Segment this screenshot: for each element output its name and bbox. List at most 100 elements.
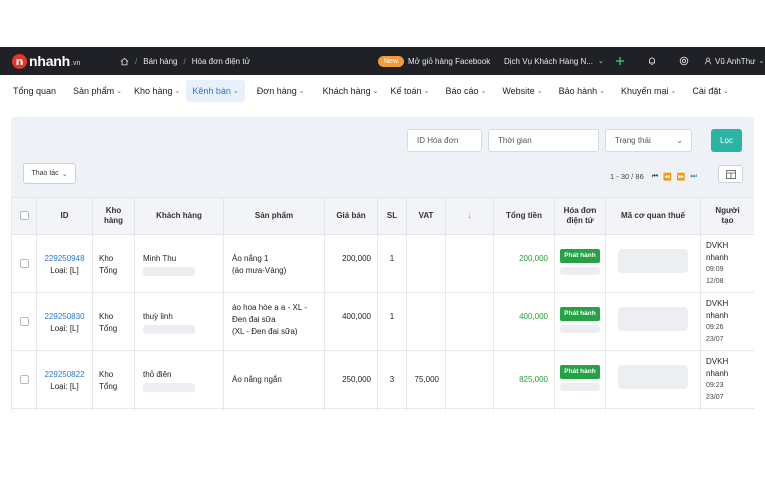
menu-item-sales-channels[interactable]: Kênh bán ⌄ (186, 80, 245, 102)
created-time: 09:09 (706, 266, 724, 274)
table-row[interactable]: 229250822 Loại: [L] Kho Tổng thỏ điên Áo n… (11, 350, 754, 409)
menu-item-promotions[interactable]: Khuyến mại ⌄ (615, 80, 682, 102)
customer-name[interactable]: Minh Thu (143, 254, 176, 263)
col-header-customer: Khách hàng (134, 197, 224, 235)
created-time: 09:26 (706, 324, 724, 332)
vat-cell (406, 234, 446, 293)
invoice-id-link[interactable]: 229250822 (44, 370, 84, 379)
einvoice-panel: ID Hóa đơn Thời gian Trạng thái ⌄ Lọc Tha… (11, 117, 754, 411)
creator-line: DVKH (706, 357, 729, 366)
menu-item-warranty[interactable]: Bảo hành ⌄ (553, 80, 611, 102)
total-cell: 400,000 (493, 292, 555, 351)
table-row[interactable]: 229250830 Loại: [L] Kho Tổng thuỳ linh áo … (11, 292, 754, 351)
facebook-cart-link[interactable]: Mở giỏ hàng Facebook (408, 57, 490, 66)
col-header-einvoice: Hóa đơn điện tử (554, 197, 606, 235)
select-all-checkbox[interactable] (19, 210, 29, 220)
id-cell: 229250830 Loại: [L] (36, 292, 93, 351)
chevron-down-icon: ⌄ (116, 88, 122, 95)
select-all-cell (11, 197, 37, 235)
menu-item-customers[interactable]: Khách hàng ⌄ (317, 80, 385, 102)
invoice-id-input[interactable]: ID Hóa đơn (407, 129, 482, 152)
invoice-id-link[interactable]: 229250830 (44, 312, 84, 321)
row-checkbox[interactable] (19, 259, 29, 268)
table-row[interactable] (11, 408, 754, 411)
qty-cell (377, 408, 407, 411)
next-page-icon[interactable]: ⏩ (677, 173, 686, 181)
status-select[interactable]: Trạng thái ⌄ (605, 129, 692, 152)
brand-logo[interactable]: n nhanh .vn (12, 53, 110, 69)
row-checkbox[interactable] (19, 375, 29, 384)
warehouse-cell: Kho Tổng (92, 292, 135, 351)
redacted-phone (143, 383, 195, 392)
customer-name[interactable]: thuỳ linh (143, 312, 173, 321)
header-line: Hóa đơn (563, 205, 597, 215)
menu-item-products[interactable]: Sản phẩm ⌄ (67, 80, 128, 102)
price-cell: 200,000 (324, 234, 378, 293)
product-cell: Áo nắng ngắn (223, 350, 325, 409)
product-line: (XL - Đen đai sữa) (232, 327, 298, 336)
chevron-down-icon: ⌄ (232, 88, 239, 95)
invoice-id-link[interactable]: 229250948 (44, 254, 84, 263)
bell-icon[interactable] (636, 56, 668, 66)
tax-code-cell (605, 350, 701, 409)
actions-dropdown[interactable]: Thao tác ⌄ (23, 163, 76, 184)
sort-cell (445, 234, 494, 293)
menu-label: Khách hàng (322, 86, 371, 96)
menu-item-accounting[interactable]: Kế toán ⌄ (385, 80, 436, 102)
id-cell: 229250822 Loại: [L] (36, 350, 93, 409)
product-line: áo hoa hòe a a - XL - (232, 303, 307, 312)
chevron-down-icon: ⌄ (722, 88, 729, 95)
support-icon[interactable] (668, 56, 700, 66)
menu-item-reports[interactable]: Báo cáo ⌄ (439, 80, 492, 102)
einvoice-table: ID Kho hàng Khách hàng Sản phẩm Giá bán S… (11, 197, 754, 411)
invoice-type: Loại: [L] (50, 382, 79, 391)
product-cell: áo hoa hòe a a - XL - Đen đai sữa (XL - Đe… (223, 292, 325, 351)
invoice-type: Loại: [L] (50, 266, 79, 275)
column-settings-button[interactable] (718, 165, 743, 183)
chevron-down-icon: ⌄ (597, 58, 604, 65)
warehouse-cell: Kho Tổng (92, 350, 135, 409)
pagination: 1 - 30 / 86 ⏮ ⏪ ⏩ ⏭ (610, 172, 697, 181)
facebook-cart-promo[interactable]: New Mở giỏ hàng Facebook (378, 55, 496, 67)
col-header-sort[interactable]: ↓ (445, 197, 494, 235)
time-input[interactable]: Thời gian (488, 129, 599, 152)
menu-label: Sản phẩm (73, 86, 115, 96)
created-date: 12/08 (706, 278, 724, 286)
user-icon (704, 57, 712, 65)
menu-item-settings[interactable]: Cài đặt ⌄ (686, 80, 734, 102)
product-line: Áo nắng ngắn (232, 375, 282, 384)
prev-page-icon[interactable]: ⏪ (663, 173, 672, 181)
table-row[interactable]: 229250948 Loại: [L] Kho Tổng Minh Thu Áo n… (11, 234, 754, 293)
add-icon[interactable] (604, 56, 636, 66)
filter-button[interactable]: Lọc (711, 129, 742, 152)
tax-code-cell (605, 234, 701, 293)
customer-name[interactable]: thỏ điên (143, 370, 171, 379)
chevron-down-icon: ⌄ (676, 136, 683, 145)
created-time: 09:23 (706, 382, 724, 390)
logo-mark: n (12, 53, 27, 69)
sort-arrow-icon[interactable]: ↓ (467, 210, 472, 220)
chevron-down-icon: ⌄ (174, 88, 181, 95)
menu-item-overview[interactable]: Tổng quan (7, 80, 62, 102)
service-selector[interactable]: Dịch Vụ Khách Hàng N... ⌄ (504, 57, 604, 66)
total-cell (493, 408, 555, 411)
menu-item-warehouse[interactable]: Kho hàng ⌄ (128, 80, 186, 102)
last-page-icon[interactable]: ⏭ (691, 173, 697, 181)
einvoice-cell: Phát hành (554, 234, 606, 293)
home-icon[interactable] (120, 57, 129, 66)
chevron-down-icon: ⌄ (298, 88, 305, 95)
warehouse-cell: Kho Tổng (92, 234, 135, 293)
redacted-invoice-no (560, 324, 600, 333)
first-page-icon[interactable]: ⏮ (652, 173, 658, 181)
menu-item-orders[interactable]: Đơn hàng ⌄ (251, 80, 311, 102)
warehouse-line: Tổng (99, 266, 118, 275)
table-header-row: ID Kho hàng Khách hàng Sản phẩm Giá bán S… (11, 197, 754, 235)
creator-line: nhanh (706, 368, 729, 378)
menu-item-website[interactable]: Website ⌄ (496, 80, 548, 102)
row-checkbox[interactable] (19, 317, 29, 326)
vat-cell (406, 292, 446, 351)
customer-cell: Minh Thu (134, 234, 224, 293)
new-badge: New (378, 55, 405, 67)
breadcrumb-item-sales[interactable]: Bán hàng (143, 57, 177, 66)
user-menu[interactable]: Vũ AnhThư ⌄ (704, 57, 764, 66)
